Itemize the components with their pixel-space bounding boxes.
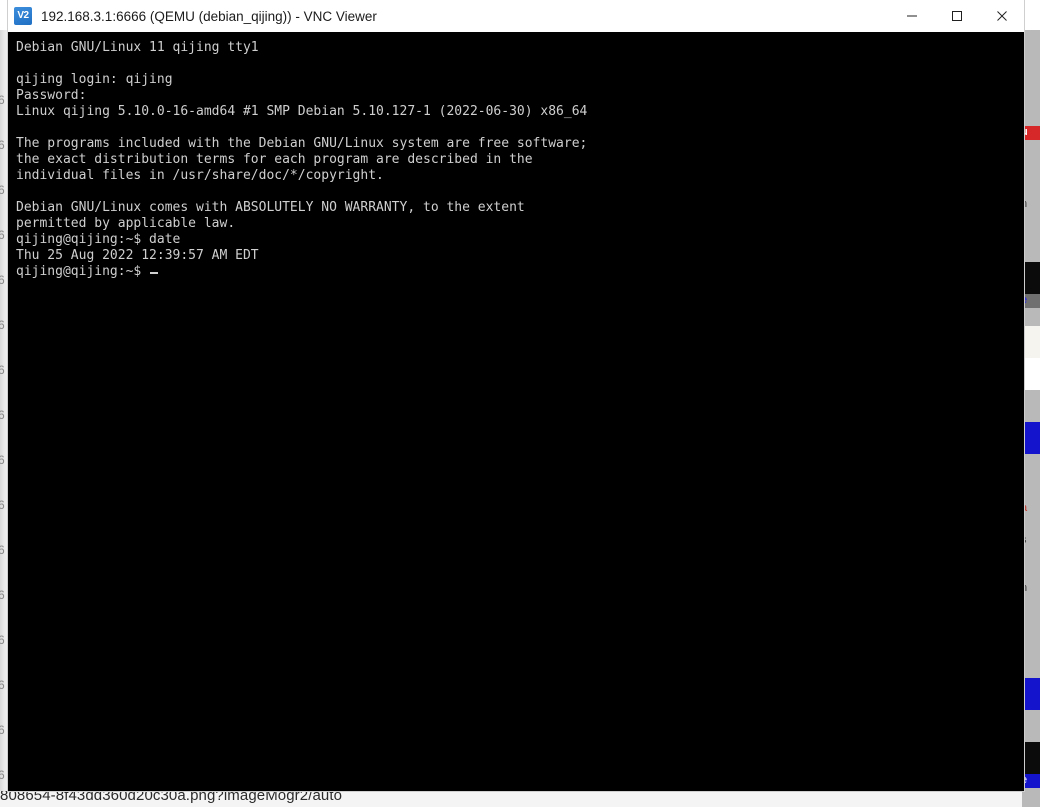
minimize-button[interactable]: [889, 0, 934, 32]
background-window-fragment: a: [1022, 502, 1040, 516]
background-fragment-text: s: [1022, 534, 1027, 546]
background-gutter-digit: 6: [0, 588, 5, 602]
background-gutter-digit: 6: [0, 633, 5, 647]
vnc-viewer-window: V2 192.168.3.1:6666 (QEMU (debian_qijing…: [8, 0, 1024, 791]
clipped-url-text: 808654-8f43dd360d20c30a.png?imageMogr2/a…: [0, 791, 343, 804]
background-window-fragment: u: [1022, 126, 1040, 140]
background-window-fragment: [1022, 742, 1040, 774]
background-gutter-digit: 6: [0, 723, 5, 737]
background-fragment-text: a: [1022, 502, 1028, 514]
maximize-button[interactable]: [934, 0, 979, 32]
background-window-fragment: s: [1022, 534, 1040, 548]
window-title: 192.168.3.1:6666 (QEMU (debian_qijing)) …: [41, 8, 377, 24]
background-window-fragment: e: [1022, 294, 1040, 308]
background-window-fragment: [1022, 358, 1040, 390]
background-window-fragment: [1022, 326, 1040, 358]
background-window-fragment: :: [1022, 646, 1040, 660]
background-gutter-digit: 6: [0, 453, 5, 467]
maximize-icon: [951, 11, 962, 21]
background-gutter-digit: 6: [0, 678, 5, 692]
background-window-fragment: l: [1022, 550, 1040, 564]
vnc-remote-screen[interactable]: Debian GNU/Linux 11 qijing tty1 qijing l…: [8, 32, 1024, 791]
background-fragment-text: e: [1022, 774, 1028, 786]
background-fragment-text: u: [1022, 126, 1028, 138]
window-titlebar[interactable]: V2 192.168.3.1:6666 (QEMU (debian_qijing…: [8, 0, 1024, 33]
background-gutter-digit: 6: [0, 768, 5, 782]
background-window-fragment: n: [1022, 582, 1040, 596]
background-window-fragment: [1022, 422, 1040, 454]
background-window-right-sliver[interactable]: u n e a sl n: e: [1022, 30, 1040, 807]
background-fragment-text: e: [1022, 294, 1028, 306]
minimize-icon: [906, 15, 917, 17]
vnc-icon-glyph: V2: [17, 10, 29, 21]
vnc-viewer-app-icon: V2: [14, 7, 32, 25]
terminal-cursor: [150, 272, 159, 274]
background-window-fragment: n: [1022, 198, 1040, 212]
background-gutter-digit: 6: [0, 273, 5, 287]
background-gutter-digit: 6: [0, 138, 5, 152]
close-icon: [996, 11, 1007, 21]
background-fragment-text: l: [1022, 550, 1040, 562]
background-window-fragment: [1022, 678, 1040, 710]
background-gutter-digit: 6: [0, 363, 5, 377]
background-gutter-digit: 6: [0, 408, 5, 422]
background-fragment-text: :: [1022, 646, 1040, 658]
background-gutter-digit: 6: [0, 93, 5, 107]
background-window-fragment: [1022, 262, 1040, 294]
background-gutter-digit: 6: [0, 318, 5, 332]
background-gutter-digit: 6: [0, 498, 5, 512]
background-gutter-digit: 6: [0, 543, 5, 557]
terminal-prompt: qijing@qijing:~$: [16, 264, 150, 279]
background-fragment-text: n: [1022, 198, 1028, 210]
terminal-output: Debian GNU/Linux 11 qijing tty1 qijing l…: [16, 40, 588, 279]
background-gutter-digit: 6: [0, 183, 5, 197]
background-window-fragment: e: [1022, 774, 1040, 788]
close-button[interactable]: [979, 0, 1024, 32]
background-gutter-digit: 6: [0, 228, 5, 242]
window-controls: [889, 0, 1024, 32]
background-fragment-text: n: [1022, 582, 1028, 594]
background-window-bottom-sliver[interactable]: 808654-8f43dd360d20c30a.png?imageMogr2/a…: [0, 791, 1022, 807]
